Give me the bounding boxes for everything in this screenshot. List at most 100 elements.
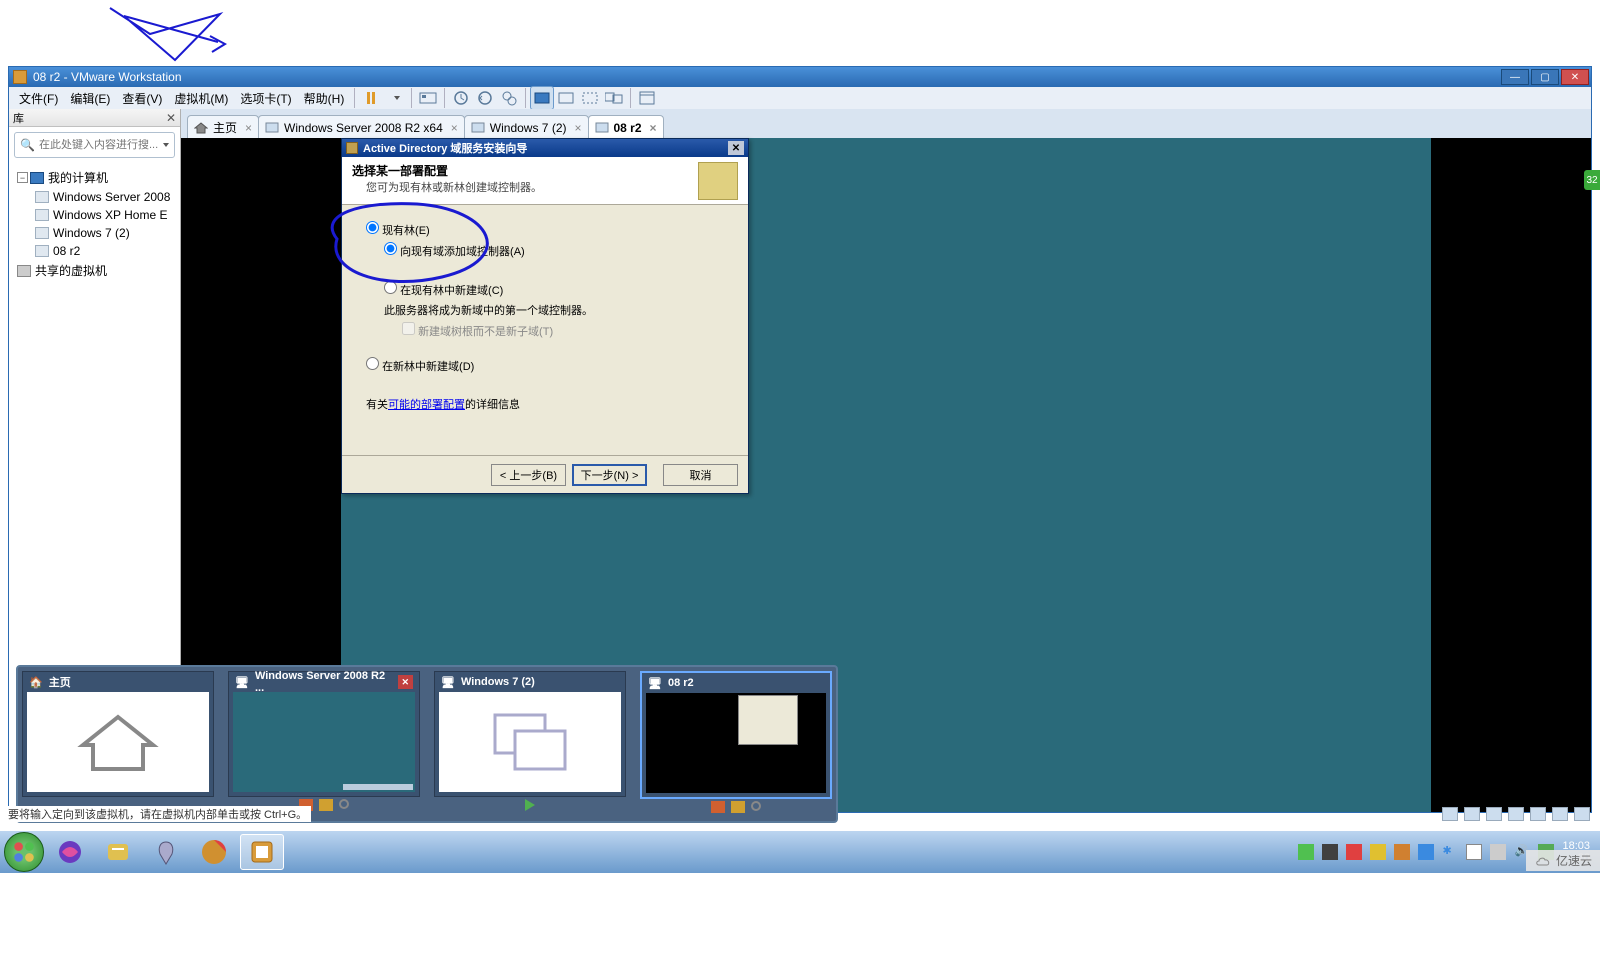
hand-annotation-arrow <box>50 2 230 66</box>
tree-node-shared[interactable]: 共享的虚拟机 <box>11 260 178 281</box>
device-printer-icon[interactable] <box>1552 807 1568 821</box>
tree-node-vm[interactable]: Windows XP Home E <box>11 206 178 224</box>
fullscreen-button[interactable] <box>530 86 554 110</box>
tray-icon[interactable] <box>1394 844 1410 860</box>
thumb-label: Windows Server 2008 R2 ... <box>255 670 392 694</box>
tab-vm[interactable]: Windows Server 2008 R2 x64 × <box>258 115 465 139</box>
tray-network-icon[interactable] <box>1490 844 1506 860</box>
library-search[interactable]: 🔍 <box>14 132 175 158</box>
revert-snapshot-button[interactable] <box>473 86 497 110</box>
wizard-back-button[interactable]: < 上一步(B) <box>491 464 566 486</box>
thumbnail-vm-active[interactable]: 🖥08 r2 <box>640 671 832 799</box>
tray-bluetooth-icon[interactable]: ✱ <box>1442 844 1458 860</box>
tab-close-button[interactable]: × <box>245 121 252 135</box>
menu-help[interactable]: 帮助(H) <box>298 88 351 109</box>
tab-label: Windows Server 2008 R2 x64 <box>284 121 443 135</box>
thumbnail-home[interactable]: 🏠主页 <box>22 671 214 797</box>
home-icon-large <box>73 707 163 777</box>
pause-button[interactable] <box>359 86 383 110</box>
vmware-statusbar <box>1442 807 1590 821</box>
search-dropdown-icon[interactable] <box>163 143 169 147</box>
tab-home[interactable]: 主页 × <box>187 115 259 139</box>
menu-tabs[interactable]: 选项卡(T) <box>234 88 297 109</box>
pause-icon[interactable] <box>731 801 745 813</box>
unity-button[interactable] <box>554 86 578 110</box>
wizard-close-button[interactable]: ✕ <box>728 141 744 155</box>
pause-icon[interactable] <box>319 799 333 811</box>
tab-close-button[interactable]: × <box>650 121 657 135</box>
minimize-button[interactable]: — <box>1501 69 1529 85</box>
menu-file[interactable]: 文件(F) <box>13 88 64 109</box>
wizard-title-text: Active Directory 域服务安装向导 <box>363 140 527 156</box>
device-network-icon[interactable] <box>1486 807 1502 821</box>
library-tree: − 我的计算机 Windows Server 2008 Windows XP H… <box>9 163 180 285</box>
wizard-more-info-link[interactable]: 可能的部署配置 <box>388 399 465 411</box>
tab-close-button[interactable]: × <box>574 121 581 135</box>
device-sound-icon[interactable] <box>1530 807 1546 821</box>
radio-existing-forest[interactable]: 现有林(E) <box>366 221 724 238</box>
taskbar-item[interactable] <box>96 834 140 870</box>
device-usb-icon[interactable] <box>1508 807 1524 821</box>
library-search-input[interactable] <box>39 139 160 151</box>
thumb-close-button[interactable]: ✕ <box>398 675 413 689</box>
tab-vm[interactable]: Windows 7 (2) × <box>464 115 589 139</box>
tree-node-vm[interactable]: 08 r2 <box>11 242 178 260</box>
snapshot-manager-button[interactable] <box>497 86 521 110</box>
cloud-icon <box>1534 854 1552 868</box>
tab-close-button[interactable]: × <box>451 121 458 135</box>
refresh-icon[interactable] <box>751 801 761 811</box>
thumbnail-vm[interactable]: 🖥Windows 7 (2) <box>434 671 626 797</box>
tray-icon[interactable] <box>1346 844 1362 860</box>
snapshot-button[interactable] <box>449 86 473 110</box>
tray-icon[interactable] <box>1370 844 1386 860</box>
library-close-button[interactable]: ✕ <box>166 111 176 125</box>
tree-label: 共享的虚拟机 <box>35 262 107 279</box>
window-title: 08 r2 - VMware Workstation <box>33 70 1501 84</box>
stretch-button[interactable] <box>578 86 602 110</box>
tray-icon[interactable] <box>1418 844 1434 860</box>
maximize-button[interactable]: ▢ <box>1531 69 1559 85</box>
thumbnail-vm[interactable]: 🖥Windows Server 2008 R2 ...✕ <box>228 671 420 797</box>
radio-new-forest[interactable]: 在新林中新建域(D) <box>366 357 724 374</box>
library-button[interactable] <box>635 86 659 110</box>
tray-action-center-icon[interactable] <box>1466 844 1482 860</box>
send-ctrl-alt-del-button[interactable] <box>416 86 440 110</box>
device-display-icon[interactable] <box>1574 807 1590 821</box>
tab-vm-active[interactable]: 08 r2 × <box>588 115 664 139</box>
multimon-button[interactable] <box>602 86 626 110</box>
taskbar-item[interactable] <box>192 834 236 870</box>
device-hdd-icon[interactable] <box>1442 807 1458 821</box>
close-button[interactable]: ✕ <box>1561 69 1589 85</box>
vm-icon <box>595 122 609 134</box>
tabstrip: 主页 × Windows Server 2008 R2 x64 × Window… <box>181 113 1591 139</box>
tree-node-vm[interactable]: Windows 7 (2) <box>11 224 178 242</box>
wizard-titlebar: Active Directory 域服务安装向导 ✕ <box>342 139 748 157</box>
tree-node-vm[interactable]: Windows Server 2008 <box>11 188 178 206</box>
wizard-next-button[interactable]: 下一步(N) > <box>572 464 647 486</box>
menu-view[interactable]: 查看(V) <box>116 88 168 109</box>
menu-vm[interactable]: 虚拟机(M) <box>168 88 234 109</box>
refresh-icon[interactable] <box>339 799 349 809</box>
taskbar-item-vmware[interactable] <box>240 834 284 870</box>
radio-new-domain-in-forest[interactable]: 在现有林中新建域(C) <box>384 281 724 298</box>
tree-label: Windows XP Home E <box>53 208 168 222</box>
status-hint: 要将输入定向到该虚拟机，请在虚拟机内部单击或按 Ctrl+G。 <box>4 806 311 822</box>
side-tab[interactable]: 32 <box>1584 170 1600 190</box>
tree-node-my-computer[interactable]: − 我的计算机 <box>11 167 178 188</box>
taskbar-item[interactable] <box>144 834 188 870</box>
radio-add-dc[interactable]: 向现有域添加域控制器(A) <box>384 242 724 259</box>
tray-icon[interactable] <box>1322 844 1338 860</box>
wizard-cancel-button[interactable]: 取消 <box>663 464 738 486</box>
stop-icon[interactable] <box>711 801 725 813</box>
expand-icon[interactable]: − <box>17 172 28 183</box>
wizard-header: 选择某一部署配置 您可为现有林或新林创建域控制器。 <box>342 157 748 205</box>
device-cd-icon[interactable] <box>1464 807 1480 821</box>
tree-label: Windows 7 (2) <box>53 226 130 240</box>
start-button[interactable] <box>4 832 44 872</box>
power-dropdown[interactable] <box>383 86 407 110</box>
taskbar-item[interactable] <box>48 834 92 870</box>
play-icon[interactable] <box>525 799 535 811</box>
tray-icon[interactable] <box>1298 844 1314 860</box>
menu-edit[interactable]: 编辑(E) <box>64 88 116 109</box>
vm-icon <box>35 227 49 239</box>
